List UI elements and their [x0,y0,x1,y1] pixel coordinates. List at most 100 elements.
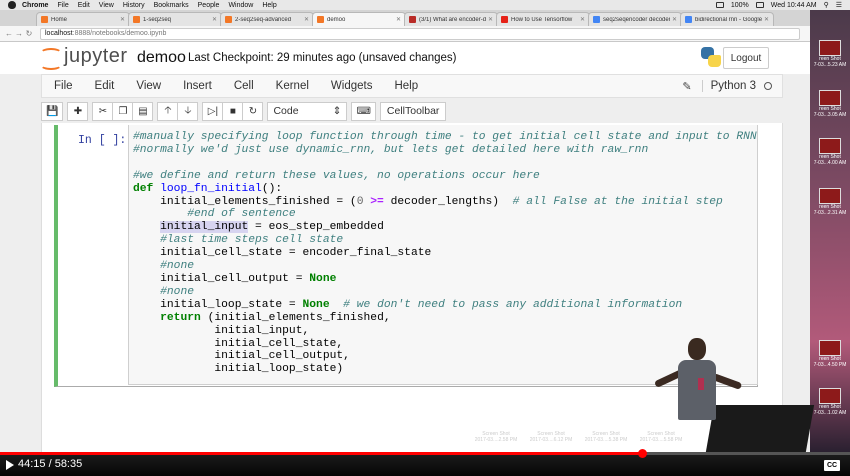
menu-help[interactable]: Help [394,80,418,92]
celltoolbar-button[interactable]: CellToolbar [379,101,447,121]
python-logo-icon [701,47,721,67]
interrupt-button[interactable]: ■ [222,101,244,121]
close-icon[interactable]: ✕ [396,16,401,23]
copy-icon: ❐ [118,105,128,117]
apple-icon[interactable] [8,1,16,9]
cell-type-select[interactable]: Code ⇕ [267,101,348,121]
kernel-idle-icon [764,82,772,90]
save-button[interactable]: 💾 [41,101,64,121]
move-up-button[interactable]: 🡡 [157,101,179,121]
reload-icon[interactable]: ↻ [24,29,34,38]
mac-menubar: Chrome File Edit View History Bookmarks … [0,0,850,10]
mac-menu-window[interactable]: Window [228,2,253,9]
restart-button[interactable]: ↻ [242,101,264,121]
video-progress-bar[interactable] [0,449,850,458]
tab-label: How to Use Tensorflow [511,16,573,23]
quora-icon [409,16,416,23]
code-line: #normally we'd just use dynamic_rnn, but… [133,143,649,156]
play-icon[interactable] [6,460,14,470]
video-time: 44:15 / 58:35 [18,458,83,470]
close-icon[interactable]: ✕ [488,16,493,23]
battery-icon[interactable] [755,2,764,8]
desktop-file[interactable]: reen Shot 7-03...1.02 AM [813,388,847,420]
mac-menu-file[interactable]: File [57,2,68,9]
forward-icon[interactable]: → [14,29,24,38]
clock[interactable]: Wed 10:44 AM [771,2,817,9]
file-label: 7-03...4.00 AM [813,160,847,166]
copy-button[interactable]: ❐ [112,101,134,121]
mac-menu-edit[interactable]: Edit [78,2,90,9]
paste-icon: ▤ [138,105,148,117]
scrubber-handle[interactable] [637,449,647,458]
tab-label: bidirectional rnn - Google S [695,16,762,23]
mac-menu-app[interactable]: Chrome [22,2,48,9]
save-icon: 💾 [46,105,59,117]
notebook-name[interactable]: demoo [137,49,186,67]
wifi-icon[interactable] [715,2,724,8]
jupyter-icon [133,16,140,23]
mac-menu-help[interactable]: Help [262,2,276,9]
close-icon[interactable]: ✕ [764,16,769,23]
dock-item[interactable]: Screen Shot 2017-03....6.12 PM [525,431,577,443]
close-icon[interactable]: ✕ [120,16,125,23]
file-label: 7-03...1.02 AM [813,410,847,416]
cut-button[interactable]: ✂ [92,101,114,121]
captions-button[interactable]: CC [824,460,840,471]
command-palette-button[interactable]: ⌨ [351,101,376,121]
url-host: localhost [45,30,73,37]
search-icon[interactable]: ⚲ [824,1,829,9]
url-input[interactable]: localhost:8888/notebooks/demoo.ipynb [40,27,800,40]
menu-edit[interactable]: Edit [95,80,115,92]
mac-menu-history[interactable]: History [123,2,145,9]
mac-menu-view[interactable]: View [99,2,114,9]
edit-pencil-icon[interactable]: ✎ [682,80,691,93]
run-button[interactable]: ▷| [202,101,224,121]
dock-item-label: 2017-03....5.38 PM [584,437,628,443]
close-icon[interactable]: ✕ [304,16,309,23]
desktop-file[interactable]: reen Shot 7-03...4.00 AM [813,138,847,170]
menu-cell[interactable]: Cell [234,80,254,92]
desktop-file[interactable]: reen Shot 7-03...4.50 PM [813,340,847,372]
screenshot-thumbnail [819,40,841,56]
tab-google-seq2seq[interactable]: seq2seqencoder decoder ✕ [588,12,682,26]
desktop-file[interactable]: reen Shot 7-03...5.23 AM [813,40,847,72]
back-icon[interactable]: ← [4,29,14,38]
tab-quora[interactable]: (3/1) What are encoder-de ✕ [404,12,498,26]
stop-icon: ■ [229,105,236,117]
dock-item[interactable]: Screen Shot 2017-03....2.58 PM [470,431,522,443]
menu-insert[interactable]: Insert [183,80,212,92]
dock-item[interactable]: Screen Shot 2017-03....5.38 PM [580,431,632,443]
menu-widgets[interactable]: Widgets [331,80,373,92]
jupyter-brand[interactable]: jupyter [64,45,128,68]
screen: Chrome File Edit View History Bookmarks … [0,0,850,476]
battery-percent[interactable]: 100% [731,2,749,9]
mac-menu-people[interactable]: People [198,2,220,9]
tab-home[interactable]: Home ✕ [36,12,130,26]
file-label: 7-03...5.23 AM [813,62,847,68]
step-forward-icon: ▷| [207,105,219,117]
close-icon[interactable]: ✕ [212,16,217,23]
tab-2-seq2seq-advanced[interactable]: 2-seq2seq-advanced ✕ [220,12,314,26]
desktop-file[interactable]: reen Shot 7-03...2.31 AM [813,188,847,220]
desktop-file[interactable]: reen Shot 7-03...3.05 AM [813,90,847,122]
code-line: #we define and return these values, no o… [133,169,540,182]
menu-view[interactable]: View [136,80,161,92]
tab-label: seq2seqencoder decoder [603,16,670,23]
tab-google-bidirectional[interactable]: bidirectional rnn - Google S ✕ [680,12,774,26]
insert-cell-button[interactable]: ✚ [67,101,89,121]
tab-1-seq2seq[interactable]: 1-seq2seq ✕ [128,12,222,26]
file-label: 7-03...2.31 AM [813,210,847,216]
tab-youtube[interactable]: How to Use Tensorflow ✕ [496,12,590,26]
menu-file[interactable]: File [54,80,73,92]
move-down-button[interactable]: 🡣 [177,101,199,121]
screenshot-thumbnail [819,90,841,106]
tab-demoo[interactable]: demoo ✕ [312,12,406,26]
menu-list-icon[interactable]: ☰ [836,1,842,9]
jupyter-logo-icon[interactable] [40,46,64,72]
close-icon[interactable]: ✕ [580,16,585,23]
paste-button[interactable]: ▤ [132,101,154,121]
mac-menu-bookmarks[interactable]: Bookmarks [154,2,189,9]
logout-button[interactable]: Logout [723,47,769,69]
close-icon[interactable]: ✕ [672,16,677,23]
menu-kernel[interactable]: Kernel [276,80,309,92]
